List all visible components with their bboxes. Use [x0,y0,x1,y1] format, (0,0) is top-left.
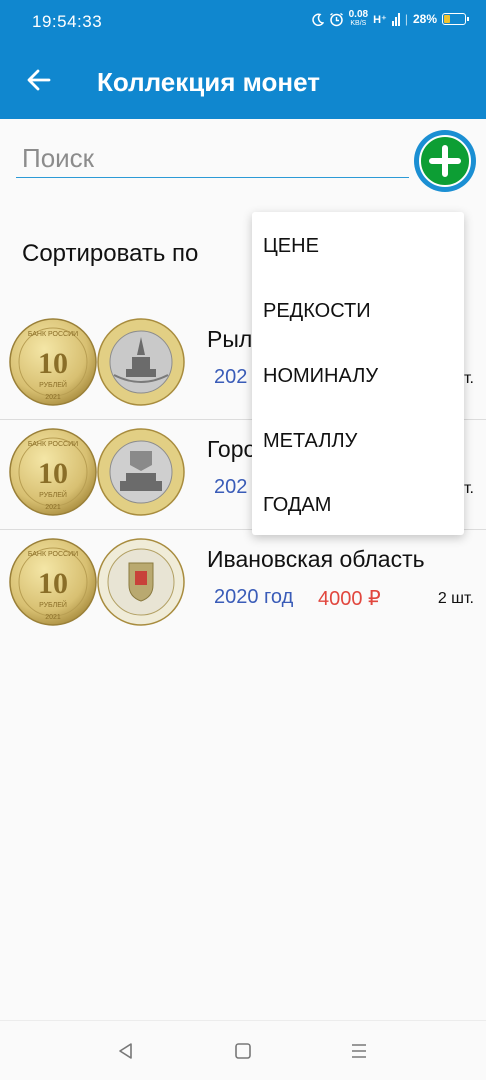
network-speed: 0.08 KB/S [348,9,369,28]
sort-option-year[interactable]: ГОДАМ [263,494,331,517]
system-nav-bar [0,1020,486,1080]
menu-lines-icon [352,1044,366,1058]
coin-name: Рыл [207,326,253,352]
square-home-icon [235,1043,251,1059]
search-input[interactable] [16,140,409,177]
coin-front-image: 10 БАНК РОССИИ РУБЛЕЙ 2021 [9,538,97,626]
coin-front-year: 2021 [45,394,61,401]
coin-front-unit: РУБЛЕЙ [39,600,67,609]
nav-menu-button[interactable] [347,1039,371,1063]
sort-option-price[interactable]: ЦЕНЕ [263,235,319,258]
add-coin-button[interactable] [414,130,476,192]
nav-back-button[interactable] [114,1039,138,1063]
sort-option-denomination[interactable]: НОМИНАЛУ [263,365,378,388]
sort-dropdown-menu: ЦЕНЕ РЕДКОСТИ НОМИНАЛУ МЕТАЛЛУ ГОДАМ [252,212,464,535]
app-bar: Коллекция монет [0,43,486,119]
coin-front-value: 10 [38,347,68,380]
coin-front-image: 10 БАНК РОССИИ РУБЛЕЙ 2021 [9,318,97,406]
battery-percent: 28% [412,12,437,26]
back-button[interactable] [22,63,56,97]
status-time: 19:54:33 [32,12,103,31]
coin-back-image [97,428,185,516]
coin-front-value: 10 [38,457,68,490]
alarm-icon [329,12,343,26]
coin-price: 4000 ₽ [318,588,381,610]
add-button-circle [419,135,471,187]
coin-front-top: БАНК РОССИИ [28,441,78,448]
coin-front-top: БАНК РОССИИ [28,331,78,338]
search-field[interactable] [16,140,409,178]
page-title: Коллекция монет [97,67,320,97]
coin-front-image: 10 БАНК РОССИИ РУБЛЕЙ 2021 [9,428,97,516]
network-type: H⁺ [373,13,387,26]
coin-front-top: БАНК РОССИИ [28,551,78,558]
coin-front-unit: РУБЛЕЙ [39,490,67,499]
coin-back-image [97,538,185,626]
coin-name: Ивановская область [207,546,425,572]
coin-name: Горо [207,436,257,462]
coin-front-year: 2021 [45,504,61,511]
plus-icon [429,145,461,177]
status-icons: 0.08 KB/S H⁺ | 28% [311,9,469,28]
sort-option-metal[interactable]: МЕТАЛЛУ [263,430,357,453]
coin-back-image [97,318,185,406]
coin-front-year: 2021 [45,614,61,621]
battery-icon [442,13,469,25]
arrow-back-icon [27,69,51,91]
signal-icon [391,13,400,26]
coin-year: 2020 год [214,586,294,608]
nav-home-button[interactable] [231,1039,255,1063]
triangle-back-icon [119,1043,132,1059]
coin-list-item[interactable]: 10 БАНК РОССИИ РУБЛЕЙ 2021 Ивановская об… [0,530,486,640]
coin-year: 202 [214,366,248,388]
divider: | [404,12,408,26]
status-bar: 19:54:33 0.08 KB/S H⁺ | 28% [0,0,486,43]
sort-label[interactable]: Сортировать по [22,240,198,268]
sort-option-rarity[interactable]: РЕДКОСТИ [263,300,371,323]
coin-year: 202 [214,476,248,498]
moon-icon [311,13,324,26]
coin-front-value: 10 [38,567,68,600]
coin-front-unit: РУБЛЕЙ [39,380,67,389]
coin-quantity: 2 шт. [437,590,474,607]
